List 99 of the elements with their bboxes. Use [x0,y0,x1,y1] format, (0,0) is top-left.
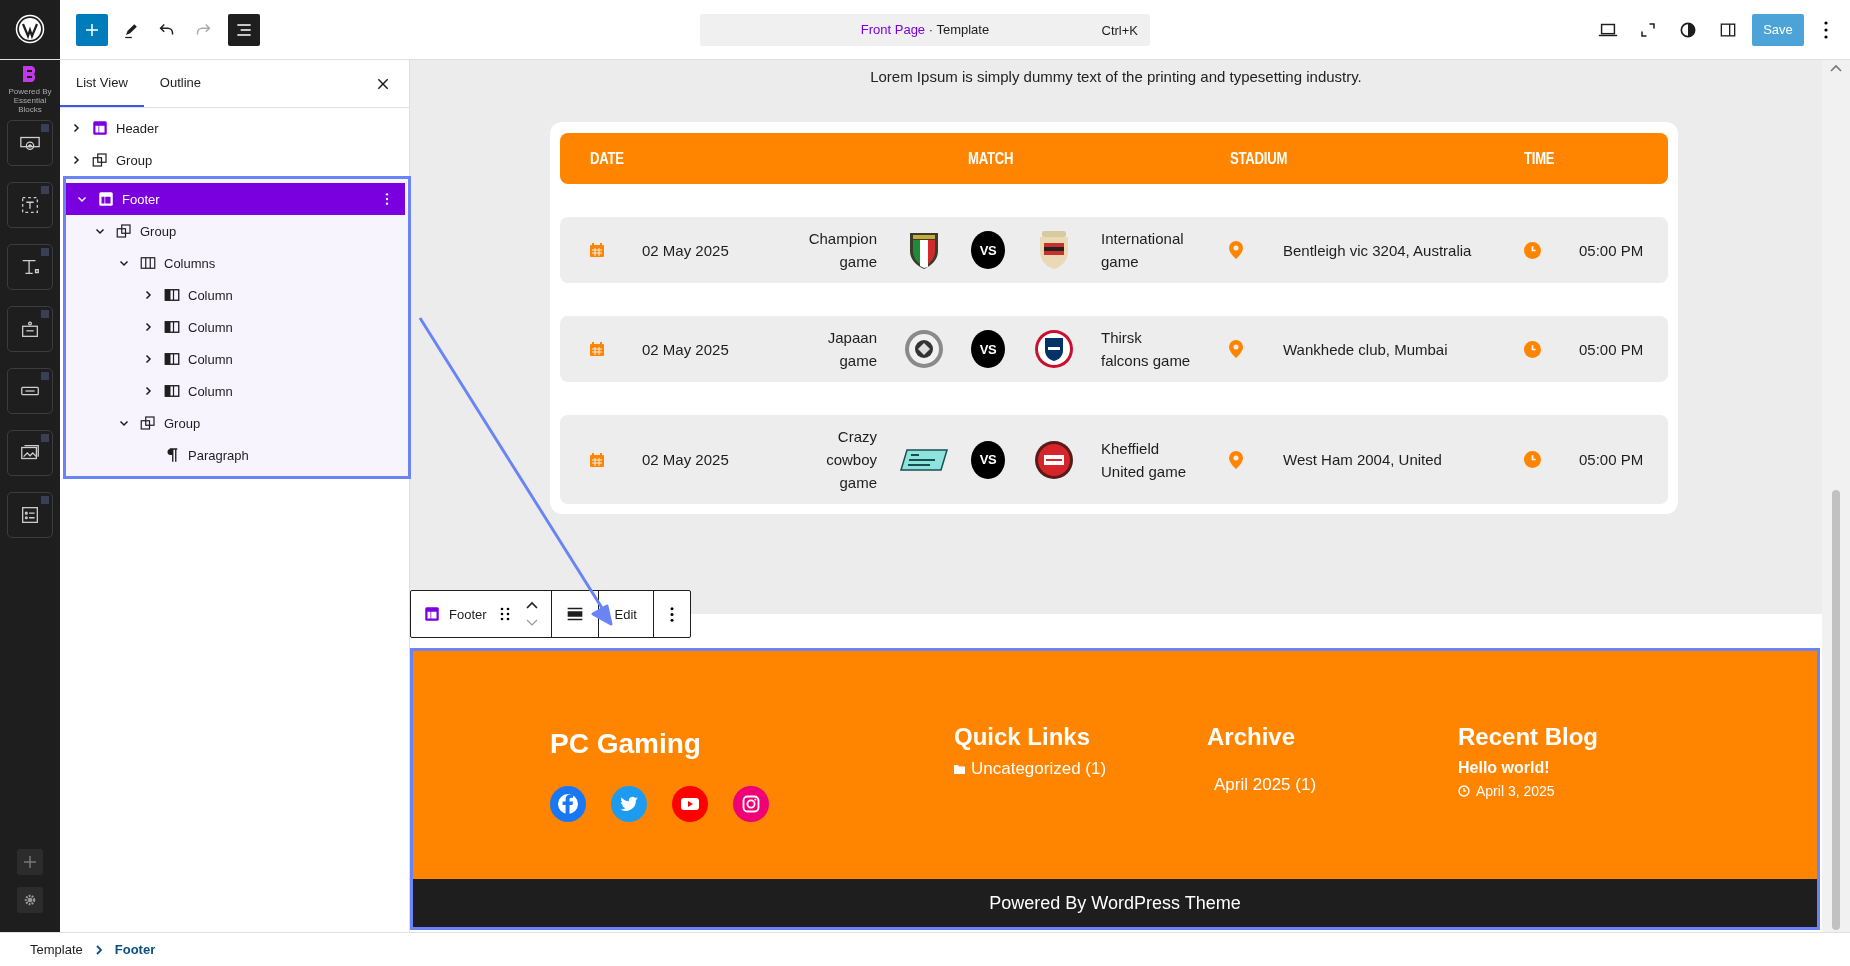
command-bar[interactable]: Front Page · Template Ctrl+K [700,13,1150,46]
calendar-icon [589,242,605,258]
table-cell-text: 05:00 PM [1578,240,1645,261]
calendar-icon [589,341,605,357]
footer-heading: Archive [1207,723,1297,751]
tab[interactable]: Outline [143,60,217,107]
column-icon [163,286,181,304]
template-part-icon [97,190,115,208]
round-logo-icon [1034,329,1074,369]
tree-item[interactable]: Columns [66,247,405,279]
team-name: Japaan game [826,328,877,371]
tree-item[interactable]: Group [66,215,405,247]
edit-button[interactable]: Edit [598,591,653,637]
bird-icon[interactable] [611,786,647,822]
camera-icon[interactable] [733,786,769,822]
block-button[interactable] [7,182,53,228]
column-icon [163,350,181,368]
columns-icon [139,254,157,272]
copyright-text: Powered By WordPress Theme [413,879,1817,927]
breadcrumb-link[interactable]: Template [30,942,83,957]
list-view-button[interactable] [228,13,260,46]
group-icon [139,414,157,432]
footer-heading: Quick Links [954,723,1092,751]
round-logo-icon [904,329,944,369]
facebook-icon[interactable] [550,786,586,822]
table-cell-text: 02 May 2025 [641,240,730,261]
expand-icon [1639,20,1657,39]
column-icon [163,318,181,336]
tree-item[interactable]: Column [66,311,405,343]
column-header: DATE [590,149,624,168]
location-pin-icon [1229,340,1243,358]
table-cell-text: 02 May 2025 [641,450,730,470]
table-cell-text: 05:00 PM [1578,339,1645,360]
intro-text: Lorem Ipsum is simply dummy text of the printing and typesetting industry. [869,67,1363,87]
table-cell-text: Bentleigh vic 3204, Australia [1282,240,1473,261]
tab[interactable]: List View [60,60,144,107]
block-button[interactable] [7,430,53,476]
more-icon [670,606,674,622]
column-header: STADIUM [1230,149,1288,168]
scrollbar[interactable] [1822,60,1850,932]
scrollbar-thumb[interactable] [1832,490,1840,930]
location-pin-icon [1229,450,1243,469]
clock-icon [1523,451,1541,468]
post-date: April 3, 2025 [1476,783,1555,799]
tree-item[interactable]: Column [66,375,405,407]
folder-icon [954,764,965,774]
block-button[interactable] [7,492,53,538]
column-icon [163,382,181,400]
table-cell-text: 05:00 PM [1578,450,1645,470]
team-name: International game [1101,229,1185,272]
block-button[interactable] [7,368,53,414]
location-pin-icon [1229,241,1243,259]
team-name: Thirsk falcons game [1101,328,1192,371]
vs-badge: VS [971,440,1005,479]
table-cell-text: Wankhede club, Mumbai [1282,339,1449,360]
vs-badge: VS [971,330,1005,368]
block-button[interactable] [7,120,53,166]
team-name: Crazy cowboy game [825,427,877,493]
save-button: Save [1752,13,1804,46]
video-play-icon[interactable] [672,786,708,822]
column-header: TIME [1524,149,1555,168]
tree-item[interactable]: Group [60,144,409,176]
slanted-logo-icon [899,447,949,472]
text-frame-icon [19,194,41,216]
calendar-icon [589,451,605,468]
footer-heading: Recent Blog [1458,723,1599,751]
more-icon [1824,20,1828,39]
tree-item[interactable]: Header [60,112,409,144]
tree-item[interactable]: Column [66,279,405,311]
list-icon [19,504,41,526]
clock-icon [1458,785,1470,797]
template-part-icon [91,119,109,137]
template-part-icon [423,605,441,623]
block-type-button[interactable]: Footer [411,591,499,637]
team-name: Champion game [807,229,877,272]
brand-text: Powered By Essential Blocks [7,87,53,114]
round-logo-icon [1034,439,1074,480]
chevron-right-icon [94,944,103,955]
wordpress-logo[interactable] [15,14,45,44]
table-cell-text: West Ham 2004, United [1282,450,1443,470]
vs-badge: VS [971,231,1005,269]
clock-icon [1523,340,1541,358]
scroll-up-icon[interactable] [1830,64,1842,72]
tree-item[interactable]: Footer [66,183,405,215]
add-block-button[interactable] [76,13,108,46]
team-name: Kheffield United game [1101,438,1188,482]
table-cell-text: 02 May 2025 [641,339,730,360]
group-icon [115,222,133,240]
tree-item[interactable]: Paragraph [66,439,405,471]
tree-item[interactable]: Group [66,407,405,439]
column-header: MATCH [968,149,1014,168]
tree-item[interactable]: Column [66,343,405,375]
drag-handle-icon[interactable] [498,606,511,622]
block-button[interactable] [7,244,53,290]
site-title: PC Gaming [550,728,702,760]
clock-icon [1523,241,1541,259]
block-button[interactable] [7,306,53,352]
shield-logo-icon [908,230,940,270]
group-icon [91,151,109,169]
